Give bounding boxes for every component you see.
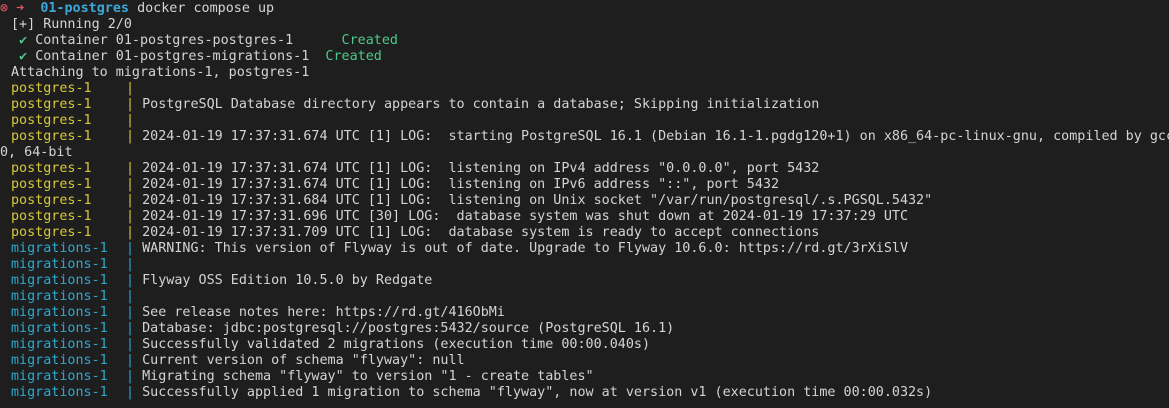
log-line: migrations-1 | WARNING: This version of F… xyxy=(0,241,1169,257)
log-separator: | xyxy=(126,161,135,176)
log-message: 2024-01-19 17:37:31.696 UTC [30] LOG: da… xyxy=(142,209,909,224)
log-output: postgres-1 | postgres-1 | PostgreSQL Datab… xyxy=(0,81,1169,401)
log-line: migrations-1 | See release notes here: ht… xyxy=(0,305,1169,321)
log-separator: | xyxy=(126,113,135,128)
log-message: Successfully validated 2 migrations (exe… xyxy=(142,337,651,352)
attaching-status: Attaching to migrations-1, postgres-1 xyxy=(0,65,1169,81)
log-separator: | xyxy=(126,97,135,112)
log-message: Successfully applied 1 migration to sche… xyxy=(142,385,933,400)
log-separator: | xyxy=(126,369,135,384)
prompt-arrow-icon: ➜ xyxy=(16,1,25,16)
log-line: postgres-1 | 2024-01-19 17:37:31.674 UTC … xyxy=(0,129,1169,145)
check-icon: ✔ xyxy=(19,33,28,48)
log-prefix: postgres-1 xyxy=(11,97,92,112)
log-line: postgres-1 | 2024-01-19 17:37:31.674 UTC … xyxy=(0,177,1169,193)
log-line: postgres-1 | 2024-01-19 17:37:31.696 UTC … xyxy=(0,209,1169,225)
log-message: See release notes here: https://rd.gt/41… xyxy=(142,305,505,320)
log-prefix: migrations-1 xyxy=(11,257,108,272)
log-message: 2024-01-19 17:37:31.674 UTC [1] LOG: lis… xyxy=(142,177,780,192)
log-separator: | xyxy=(126,225,135,240)
running-status: [+] Running 2/0 xyxy=(0,17,1169,33)
command-text: docker compose up xyxy=(137,1,275,16)
log-prefix: postgres-1 xyxy=(11,81,92,96)
log-separator: | xyxy=(126,129,135,144)
log-prefix: migrations-1 xyxy=(11,273,108,288)
log-prefix: migrations-1 xyxy=(11,305,108,320)
container-status-row: ✔ Container 01-postgres-migrations-1 Cre… xyxy=(0,49,1169,65)
container-status-row: ✔ Container 01-postgres-postgres-1 Creat… xyxy=(0,33,1169,49)
log-line: postgres-1 | 2024-01-19 17:37:31.674 UTC … xyxy=(0,161,1169,177)
log-line: postgres-1 | xyxy=(0,113,1169,129)
log-line: migrations-1 | Successfully applied 1 mig… xyxy=(0,385,1169,401)
log-separator: | xyxy=(126,209,135,224)
check-icon: ✔ xyxy=(19,49,28,64)
log-message: 2024-01-19 17:37:31.709 UTC [1] LOG: dat… xyxy=(142,225,820,240)
log-line: postgres-1 | xyxy=(0,81,1169,97)
log-line-wrap: 0, 64-bit xyxy=(0,145,1169,161)
prompt-line: ⊗ ➜ 01-postgres docker compose up xyxy=(0,1,1169,17)
log-prefix: migrations-1 xyxy=(11,241,108,256)
log-prefix: migrations-1 xyxy=(11,369,108,384)
log-line: migrations-1 | Successfully validated 2 m… xyxy=(0,337,1169,353)
log-prefix: postgres-1 xyxy=(11,193,92,208)
log-separator: | xyxy=(126,81,135,96)
container-state: Created xyxy=(325,49,382,64)
terminal-window[interactable]: ⊗ ➜ 01-postgres docker compose up [+] Ru… xyxy=(0,1,1169,408)
log-line: migrations-1 | Migrating schema "flyway" … xyxy=(0,369,1169,385)
log-prefix: migrations-1 xyxy=(11,337,108,352)
log-separator: | xyxy=(126,321,135,336)
log-message: Current version of schema "flyway": null xyxy=(142,353,465,368)
log-message: 2024-01-19 17:37:31.674 UTC [1] LOG: sta… xyxy=(142,129,1169,144)
current-directory: 01-postgres xyxy=(40,1,129,16)
log-prefix: postgres-1 xyxy=(11,129,92,144)
log-prefix: postgres-1 xyxy=(11,177,92,192)
log-separator: | xyxy=(126,193,135,208)
log-message-wrap: 0, 64-bit xyxy=(0,145,73,160)
log-message: 2024-01-19 17:37:31.684 UTC [1] LOG: lis… xyxy=(142,193,933,208)
log-message: WARNING: This version of Flyway is out o… xyxy=(142,241,909,256)
log-prefix: migrations-1 xyxy=(11,289,108,304)
log-prefix: postgres-1 xyxy=(11,225,92,240)
log-separator: | xyxy=(126,385,135,400)
log-prefix: postgres-1 xyxy=(11,161,92,176)
container-state: Created xyxy=(341,33,398,48)
log-prefix: migrations-1 xyxy=(11,385,108,400)
attaching-text: Attaching to migrations-1, postgres-1 xyxy=(11,65,310,80)
log-separator: | xyxy=(126,241,135,256)
log-prefix: migrations-1 xyxy=(11,353,108,368)
log-separator: | xyxy=(126,273,135,288)
log-line: postgres-1 | 2024-01-19 17:37:31.684 UTC … xyxy=(0,193,1169,209)
log-line: migrations-1 | Flyway OSS Edition 10.5.0 … xyxy=(0,273,1169,289)
log-separator: | xyxy=(126,337,135,352)
log-line: migrations-1 | Current version of schema … xyxy=(0,353,1169,369)
log-prefix: postgres-1 xyxy=(11,209,92,224)
log-separator: | xyxy=(126,289,135,304)
log-message: PostgreSQL Database directory appears to… xyxy=(142,97,820,112)
log-separator: | xyxy=(126,177,135,192)
log-message: Flyway OSS Edition 10.5.0 by Redgate xyxy=(142,273,433,288)
error-status-icon: ⊗ xyxy=(0,1,9,16)
log-line: postgres-1 | 2024-01-19 17:37:31.709 UTC … xyxy=(0,225,1169,241)
log-line: migrations-1 | Database: jdbc:postgresql:… xyxy=(0,321,1169,337)
log-separator: | xyxy=(126,305,135,320)
container-name: Container 01-postgres-migrations-1 xyxy=(35,49,310,64)
log-message: Database: jdbc:postgresql://postgres:543… xyxy=(142,321,675,336)
container-name: Container 01-postgres-postgres-1 xyxy=(35,33,310,48)
log-line: postgres-1 | PostgreSQL Database director… xyxy=(0,97,1169,113)
log-line: migrations-1 | xyxy=(0,257,1169,273)
log-separator: | xyxy=(126,257,135,272)
log-prefix: postgres-1 xyxy=(11,113,92,128)
log-separator: | xyxy=(126,353,135,368)
cut-off-line xyxy=(0,401,1169,407)
running-status-text: [+] Running 2/0 xyxy=(11,17,132,32)
log-prefix: migrations-1 xyxy=(11,321,108,336)
log-line: migrations-1 | xyxy=(0,289,1169,305)
log-message: Migrating schema "flyway" to version "1 … xyxy=(142,369,594,384)
log-message: 2024-01-19 17:37:31.674 UTC [1] LOG: lis… xyxy=(142,161,820,176)
